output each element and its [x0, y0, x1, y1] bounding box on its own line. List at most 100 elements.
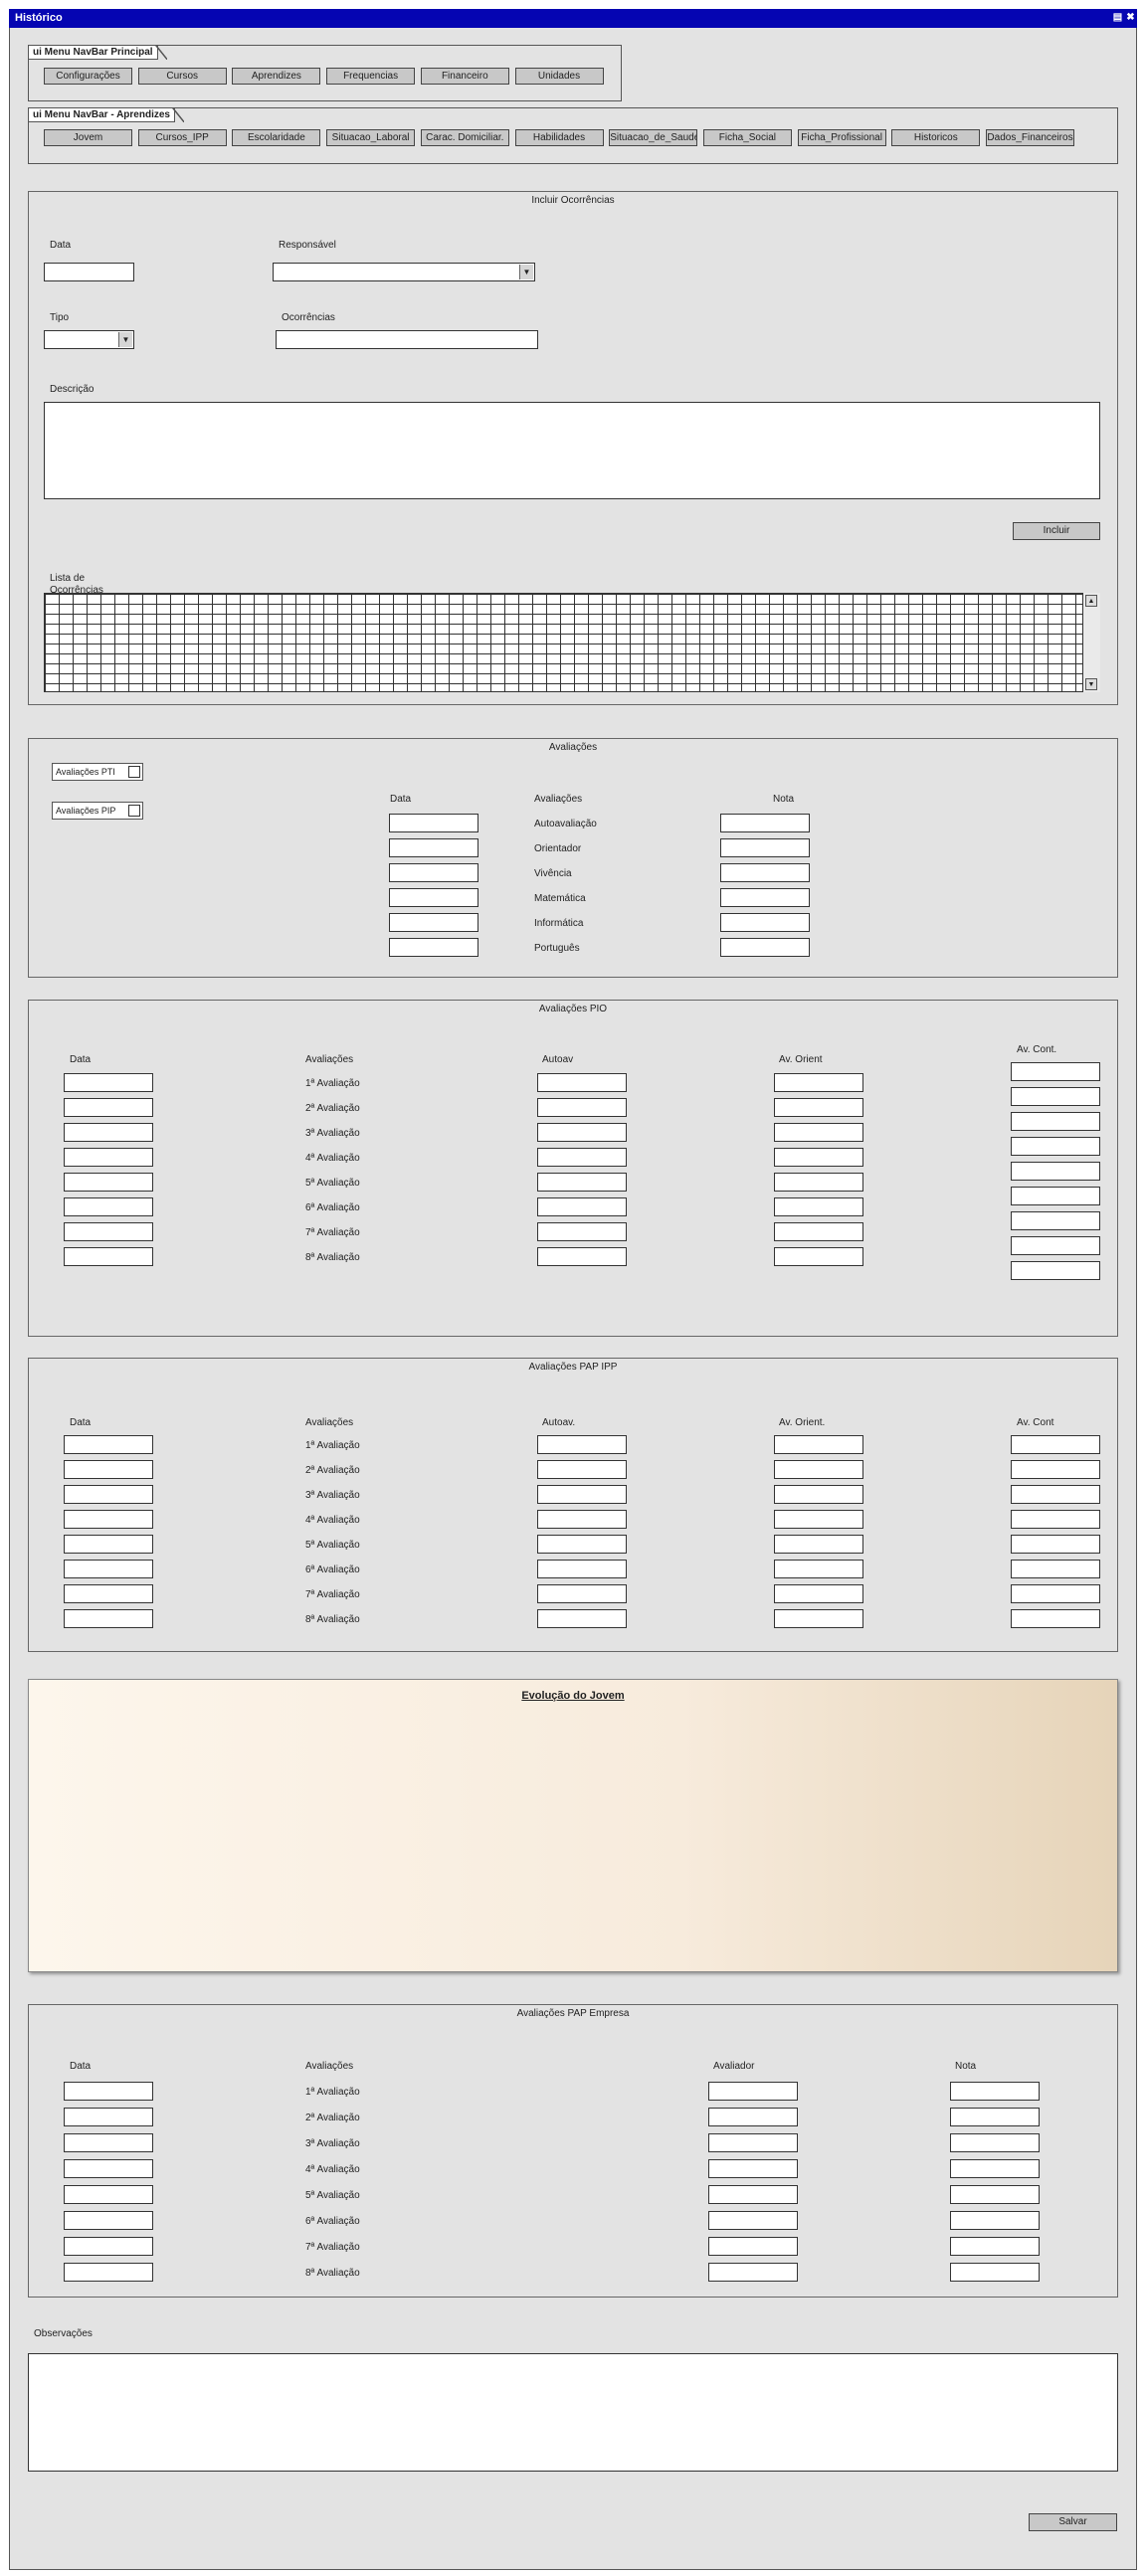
pap_empresa-input-1[interactable] — [950, 2082, 1040, 2101]
pio-extra-input[interactable] — [1011, 1162, 1100, 1181]
pap_ipp-input-2[interactable] — [1011, 1535, 1100, 1554]
navbar-aprendizes-4-button[interactable]: Carac. Domiciliar. — [420, 129, 509, 146]
grid-scrollbar[interactable]: ▲ ▼ — [1082, 593, 1100, 692]
pio-data-input[interactable] — [64, 1148, 153, 1167]
pio-data-input[interactable] — [64, 1098, 153, 1117]
pap_ipp-input-1[interactable] — [774, 1560, 863, 1578]
avaliacoes-nota-input[interactable] — [720, 938, 810, 957]
pap_empresa-input-0[interactable] — [708, 2237, 798, 2256]
pap_empresa-input-1[interactable] — [950, 2237, 1040, 2256]
pap_empresa-input-1[interactable] — [950, 2133, 1040, 2152]
avaliacoes-nota-input[interactable] — [720, 888, 810, 907]
pap_ipp-input-0[interactable] — [537, 1460, 627, 1479]
navbar-principal-3-button[interactable]: Frequencias — [326, 68, 416, 85]
pio-extra-input[interactable] — [1011, 1187, 1100, 1205]
pio-extra-input[interactable] — [1011, 1062, 1100, 1081]
pap_ipp-data-input[interactable] — [64, 1435, 153, 1454]
navbar-aprendizes-9-button[interactable]: Historicos — [891, 129, 981, 146]
data-input[interactable] — [44, 263, 134, 281]
pap_ipp-input-2[interactable] — [1011, 1460, 1100, 1479]
incluir-button[interactable]: Incluir — [1013, 522, 1100, 540]
checkbox-box[interactable] — [128, 805, 140, 817]
pap_empresa-data-input[interactable] — [64, 2211, 153, 2230]
pap_empresa-input-1[interactable] — [950, 2185, 1040, 2204]
pio-data-input[interactable] — [64, 1247, 153, 1266]
pio-data-input[interactable] — [64, 1222, 153, 1241]
pap_ipp-input-1[interactable] — [774, 1535, 863, 1554]
ocorrencias-grid[interactable] — [44, 593, 1100, 692]
responsavel-select[interactable]: ▼ — [273, 263, 535, 281]
pap_ipp-input-0[interactable] — [537, 1510, 627, 1529]
pap_empresa-input-1[interactable] — [950, 2108, 1040, 2126]
avaliacoes-nota-input[interactable] — [720, 863, 810, 882]
pap_empresa-input-0[interactable] — [708, 2263, 798, 2282]
descricao-textarea[interactable] — [44, 402, 1100, 499]
pio-input-1[interactable] — [774, 1073, 863, 1092]
pio-input-1[interactable] — [774, 1098, 863, 1117]
chevron-down-icon[interactable]: ▼ — [118, 332, 132, 347]
pio-input-1[interactable] — [774, 1173, 863, 1192]
pio-data-input[interactable] — [64, 1197, 153, 1216]
pap_ipp-input-1[interactable] — [774, 1435, 863, 1454]
pio-extra-input[interactable] — [1011, 1211, 1100, 1230]
maximize-icon[interactable]: ▤ — [1112, 12, 1123, 23]
checkbox-box[interactable] — [128, 766, 140, 778]
pap_empresa-data-input[interactable] — [64, 2237, 153, 2256]
navbar-principal-2-button[interactable]: Aprendizes — [232, 68, 321, 85]
navbar-aprendizes-5-button[interactable]: Habilidades — [514, 129, 604, 146]
pap_empresa-input-1[interactable] — [950, 2159, 1040, 2178]
pio-input-1[interactable] — [774, 1222, 863, 1241]
pap_empresa-input-0[interactable] — [708, 2082, 798, 2101]
pio-input-0[interactable] — [537, 1073, 627, 1092]
pap_empresa-data-input[interactable] — [64, 2082, 153, 2101]
avaliacoes-checkbox-0[interactable]: Avaliações PTI — [52, 763, 143, 781]
pio-input-0[interactable] — [537, 1123, 627, 1142]
pio-input-1[interactable] — [774, 1148, 863, 1167]
navbar-principal-0-button[interactable]: Configurações — [44, 68, 132, 85]
pio-input-0[interactable] — [537, 1197, 627, 1216]
pap_empresa-input-0[interactable] — [708, 2211, 798, 2230]
navbar-aprendizes-3-button[interactable]: Situacao_Laboral — [326, 129, 416, 146]
pap_empresa-data-input[interactable] — [64, 2263, 153, 2282]
pap_ipp-input-2[interactable] — [1011, 1510, 1100, 1529]
pap_empresa-data-input[interactable] — [64, 2133, 153, 2152]
navbar-principal-4-button[interactable]: Financeiro — [420, 68, 509, 85]
pap_ipp-data-input[interactable] — [64, 1535, 153, 1554]
pap_ipp-data-input[interactable] — [64, 1560, 153, 1578]
pap_ipp-input-1[interactable] — [774, 1584, 863, 1603]
pap_empresa-input-1[interactable] — [950, 2211, 1040, 2230]
pap_empresa-data-input[interactable] — [64, 2159, 153, 2178]
navbar-aprendizes-10-button[interactable]: Dados_Financeiros — [986, 129, 1074, 146]
pio-input-1[interactable] — [774, 1197, 863, 1216]
navbar-aprendizes-0-button[interactable]: Jovem — [44, 129, 132, 146]
pap_ipp-data-input[interactable] — [64, 1584, 153, 1603]
pap_ipp-data-input[interactable] — [64, 1460, 153, 1479]
tipo-select[interactable]: ▼ — [44, 330, 134, 349]
pap_ipp-data-input[interactable] — [64, 1609, 153, 1628]
pap_ipp-input-2[interactable] — [1011, 1435, 1100, 1454]
pap_ipp-input-1[interactable] — [774, 1609, 863, 1628]
pio-input-0[interactable] — [537, 1222, 627, 1241]
avaliacoes-nota-input[interactable] — [720, 814, 810, 832]
pap_empresa-input-0[interactable] — [708, 2159, 798, 2178]
pap_ipp-data-input[interactable] — [64, 1510, 153, 1529]
avaliacoes-nota-input[interactable] — [720, 913, 810, 932]
pap_empresa-data-input[interactable] — [64, 2108, 153, 2126]
pap_ipp-input-0[interactable] — [537, 1609, 627, 1628]
pio-input-1[interactable] — [774, 1247, 863, 1266]
chevron-down-icon[interactable]: ▼ — [519, 265, 533, 279]
avaliacoes-data-input[interactable] — [389, 838, 478, 857]
pap_ipp-input-2[interactable] — [1011, 1485, 1100, 1504]
navbar-aprendizes-1-button[interactable]: Cursos_IPP — [137, 129, 227, 146]
pap_ipp-input-2[interactable] — [1011, 1584, 1100, 1603]
scroll-down-icon[interactable]: ▼ — [1085, 678, 1097, 690]
avaliacoes-data-input[interactable] — [389, 814, 478, 832]
close-icon[interactable]: ✖ — [1125, 12, 1136, 23]
pap_empresa-data-input[interactable] — [64, 2185, 153, 2204]
pio-extra-input[interactable] — [1011, 1236, 1100, 1255]
navbar-principal-1-button[interactable]: Cursos — [137, 68, 227, 85]
pap_ipp-data-input[interactable] — [64, 1485, 153, 1504]
navbar-aprendizes-8-button[interactable]: Ficha_Profissional — [797, 129, 886, 146]
pap_ipp-input-0[interactable] — [537, 1435, 627, 1454]
pap_empresa-input-0[interactable] — [708, 2108, 798, 2126]
